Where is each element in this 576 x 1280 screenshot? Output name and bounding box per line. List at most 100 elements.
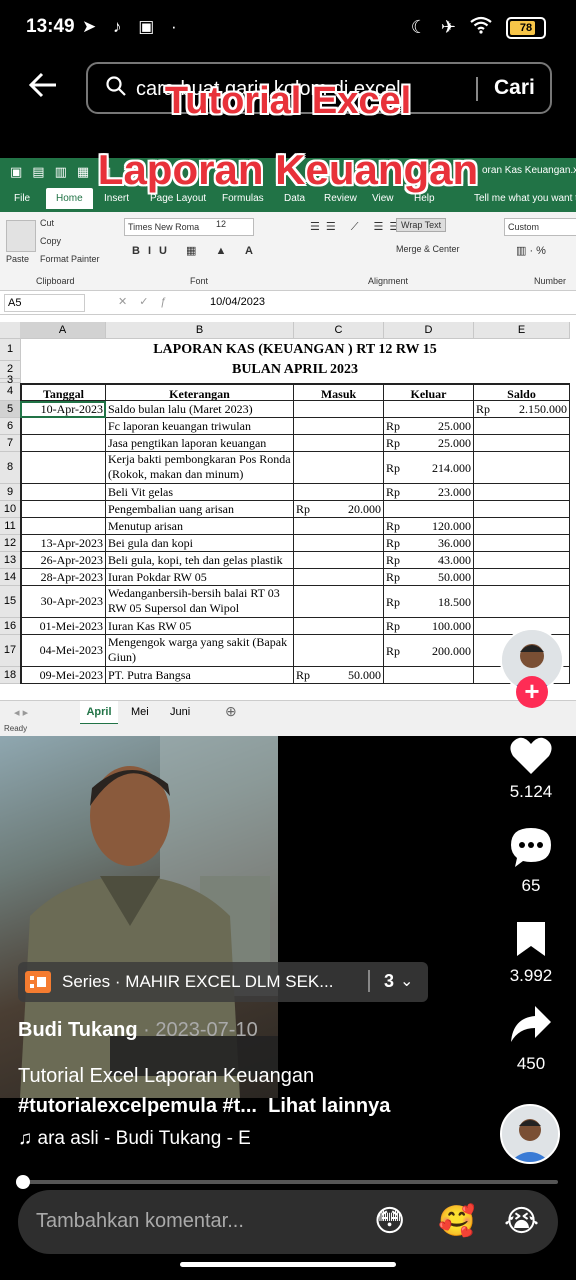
author-name[interactable]: Budi Tukang xyxy=(18,1019,138,1041)
comment-icon xyxy=(511,828,551,867)
copy-label: Copy xyxy=(40,236,62,246)
cell-amount xyxy=(474,418,570,435)
amount-value: 43.000 xyxy=(438,553,471,567)
cell-description: Iuran Kas RW 05 xyxy=(106,618,294,635)
number-format-value: Custom xyxy=(508,222,540,232)
cell-date: 10-Apr-2023 xyxy=(20,401,106,418)
comment-button[interactable]: 65 xyxy=(496,826,566,896)
cell-date xyxy=(20,418,106,435)
cell-amount: Rp 36.000 xyxy=(384,535,474,552)
sheet-tabs-bar: ◂ ▸ April Mei Juni ⊕ xyxy=(0,700,576,725)
cell-description: Beli gula, kopi, teh dan gelas plastik xyxy=(106,552,294,569)
excel-tab-formulas: Formulas xyxy=(222,193,264,204)
series-pill[interactable]: Series · MAHIR EXCEL DLM SEK... 3 ⌄ xyxy=(18,962,428,1002)
cell-description: Fc laporan keuangan triwulan xyxy=(106,418,294,435)
excel-tab-insert: Insert xyxy=(104,193,130,204)
cell-amount: Rp 200.000 xyxy=(384,635,474,667)
music-disc-avatar[interactable] xyxy=(496,1104,566,1164)
cell-description: Jasa pengtikan laporan keuangan xyxy=(106,435,294,452)
progress-handle[interactable] xyxy=(16,1175,31,1189)
wrap-text-button: Wrap Text xyxy=(396,218,447,232)
amount-value: 120.000 xyxy=(432,519,471,533)
video-progress-bar[interactable] xyxy=(16,1175,558,1189)
currency-label: Rp xyxy=(386,570,401,584)
cell-description: Mengengok warga yang sakit (Bapak Giun) xyxy=(106,635,294,667)
cell-amount: Rp 43.000 xyxy=(384,552,474,569)
spreadsheet-grid: A B C D E 1 LAPORAN KAS (KEUANGAN ) RT 12 RW 1… xyxy=(0,322,576,698)
music-line[interactable]: ♫ ara asli - Budi Tukang - E xyxy=(18,1128,251,1150)
emoji-flushed-button[interactable]: 😳 xyxy=(374,1204,405,1239)
paste-label: Paste xyxy=(6,254,30,264)
author-line[interactable]: Budi Tukang · 2023-07-10 xyxy=(18,1019,258,1042)
cell-description: Pengembalian uang arisan xyxy=(106,501,294,518)
column-header: D xyxy=(384,322,474,339)
cell-amount: Rp 50.000 xyxy=(294,667,384,684)
cell-amount xyxy=(474,586,570,618)
comment-count: 65 xyxy=(521,876,541,895)
amount-value: 18.500 xyxy=(438,594,471,609)
person-illustration xyxy=(20,736,278,1098)
cell-amount xyxy=(384,401,474,418)
number-format-box: Custom xyxy=(504,218,576,236)
cell-date: 13-Apr-2023 xyxy=(20,535,106,552)
currency-label: Rp xyxy=(476,402,491,416)
row-header: 1 xyxy=(0,339,21,361)
cell-description: Menutup arisan xyxy=(106,518,294,535)
save-button[interactable]: 3.992 xyxy=(496,920,566,986)
see-more-link[interactable]: Lihat lainnya xyxy=(268,1095,390,1117)
cell-date: 09-Mei-2023 xyxy=(20,667,106,684)
excel-statusbar: Ready xyxy=(0,724,576,736)
font-name-box: Times New Roma xyxy=(124,218,254,236)
follow-plus-button[interactable]: + xyxy=(516,676,548,708)
excel-tab-data: Data xyxy=(284,193,306,204)
share-count: 450 xyxy=(516,1054,546,1073)
currency-label: Rp xyxy=(386,460,401,475)
share-button[interactable]: 450 xyxy=(496,1004,566,1074)
wifi-icon xyxy=(470,16,492,39)
table-header: Masuk xyxy=(294,383,384,401)
currency-label: Rp xyxy=(386,594,401,609)
formula-icons: ✕✓ƒ xyxy=(118,296,179,308)
formula-value: 10/04/2023 xyxy=(210,296,266,308)
cell-amount xyxy=(294,535,384,552)
cell-description: Bei gula dan kopi xyxy=(106,535,294,552)
emoji-crying-button[interactable]: 😭 xyxy=(504,1204,539,1239)
post-date: · 2023-07-10 xyxy=(137,1019,258,1041)
row-header: 15 xyxy=(0,586,21,618)
table-header: Keterangan xyxy=(106,383,294,401)
emoji-love-button[interactable]: 🥰 xyxy=(438,1204,475,1239)
hashtags[interactable]: #tutorialexcelpemula #t... xyxy=(18,1095,257,1117)
comment-input-bar[interactable]: Tambahkan komentar... 😳 🥰 😭 xyxy=(18,1190,558,1254)
overlay-title-line1: Tutorial Excel xyxy=(164,80,412,122)
cut-label: Cut xyxy=(40,218,55,228)
cell-amount xyxy=(294,418,384,435)
cell-amount: Rp 100.000 xyxy=(384,618,474,635)
cell-amount xyxy=(474,518,570,535)
cell-description: PT. Putra Bangsa xyxy=(106,667,294,684)
video-excel-frame: ▣▤▥▦◧ oran Kas Keuangan.x File Home Inse… xyxy=(0,158,576,736)
sheet-tab-april: April xyxy=(80,701,118,725)
like-button[interactable]: 5.124 xyxy=(496,736,566,802)
status-right: ☾ ✈ 78 xyxy=(411,16,546,39)
amount-value: 25.000 xyxy=(438,419,471,433)
excel-ribbon: Paste Cut Copy Format Painter Clipboard … xyxy=(0,212,576,291)
currency-label: Rp xyxy=(386,619,401,633)
cell-date: 26-Apr-2023 xyxy=(20,552,106,569)
cell-amount xyxy=(384,501,474,518)
clipboard-group-label: Clipboard xyxy=(36,276,75,286)
currency-label: Rp xyxy=(296,502,311,516)
cell-amount xyxy=(294,586,384,618)
cell-date xyxy=(20,501,106,518)
dnd-icon: ☾ xyxy=(410,17,427,37)
column-header: A xyxy=(20,322,106,339)
description-text: Tutorial Excel Laporan Keuangan xyxy=(18,1065,315,1087)
table-header: Saldo xyxy=(474,383,570,401)
column-header: E xyxy=(474,322,570,339)
like-count: 5.124 xyxy=(509,782,553,801)
comment-input[interactable]: Tambahkan komentar... xyxy=(36,1210,244,1233)
cell-amount xyxy=(474,569,570,586)
row-header: 13 xyxy=(0,552,21,569)
sheet-tab-juni: Juni xyxy=(170,706,191,718)
cell-amount: Rp 18.500 xyxy=(384,586,474,618)
status-time: 13:49 xyxy=(26,16,75,37)
